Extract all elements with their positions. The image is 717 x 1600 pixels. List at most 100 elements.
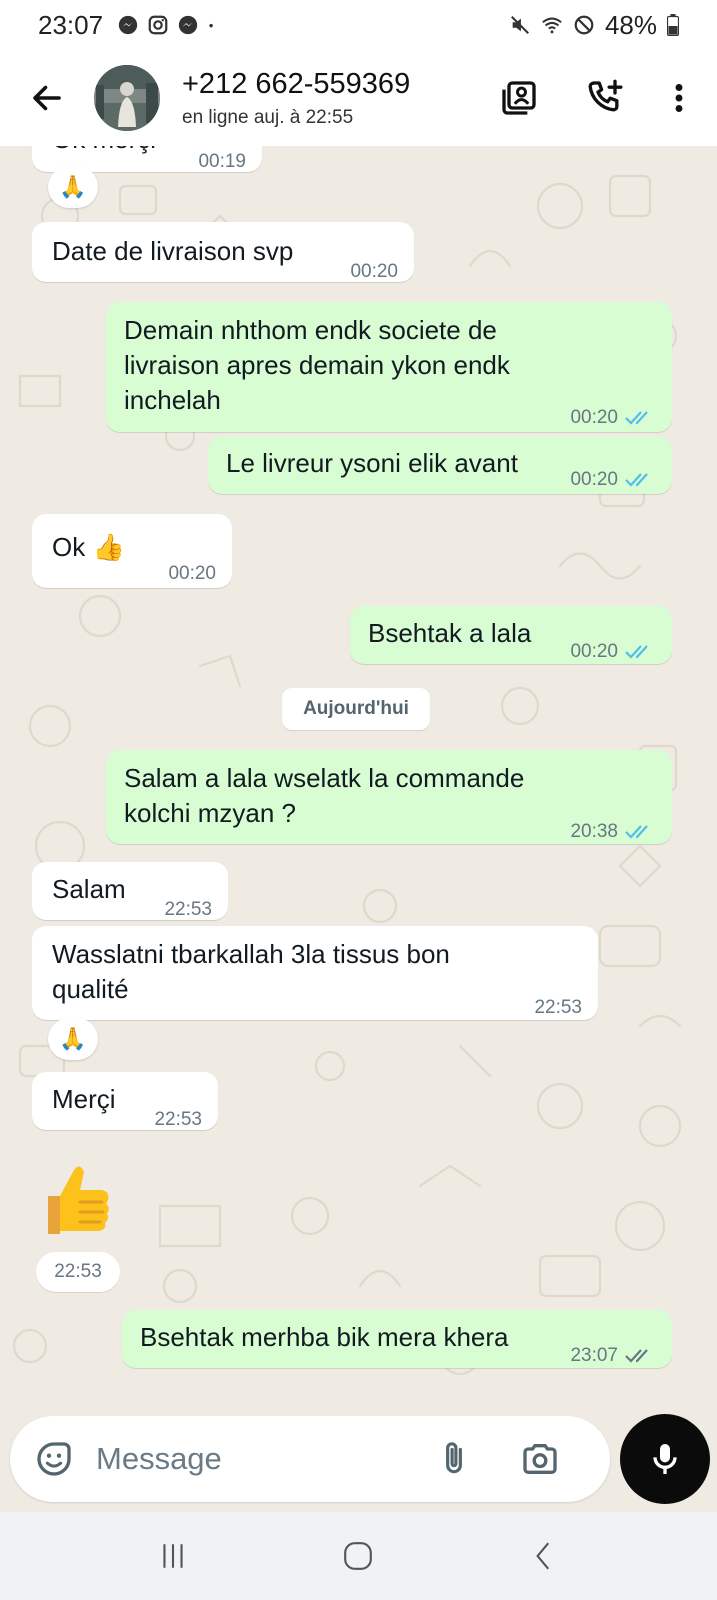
message-time-text: 00:20	[570, 641, 618, 662]
status-time: 23:07	[38, 9, 104, 40]
message-bubble-incoming[interactable]: Ok 👍 00:20	[32, 514, 232, 588]
messenger-icon	[118, 15, 138, 35]
dnd-icon	[574, 15, 594, 35]
message-time-text: 00:20	[168, 563, 216, 584]
message-time: 22:53	[154, 1102, 202, 1137]
camera-icon	[523, 1444, 557, 1474]
attach-button[interactable]	[432, 1437, 476, 1481]
mute-icon	[510, 16, 529, 34]
message-text: Ok merçi	[52, 146, 156, 157]
home-button[interactable]	[328, 1526, 388, 1586]
read-ticks-icon	[625, 824, 648, 839]
sent-ticks-icon	[625, 1348, 648, 1363]
message-text: Salam	[52, 874, 126, 904]
message-text: Le livreur ysoni elik avant	[226, 448, 518, 478]
contact-card-icon	[502, 81, 536, 115]
message-time-text: 20:38	[570, 821, 618, 842]
contact-info[interactable]: +212 662-559369 en ligne auj. à 22:55	[182, 68, 410, 129]
system-nav-bar	[0, 1512, 717, 1600]
message-time: 00:20	[570, 634, 656, 669]
pray-emoji: 🙏	[59, 1026, 87, 1051]
message-time: 22:53	[164, 892, 212, 927]
battery-icon	[667, 14, 679, 36]
message-bubble-incoming[interactable]: Date de livraison svp 00:20	[32, 222, 414, 282]
message-time-text: 00:19	[198, 151, 246, 172]
message-time: 00:20	[570, 462, 656, 497]
more-vert-icon	[675, 84, 683, 112]
message-text: Date de livraison svp	[52, 236, 294, 266]
sticker-icon	[37, 1442, 71, 1476]
message-time: 23:07	[570, 1338, 656, 1373]
reaction-badge[interactable]: 🙏	[48, 1018, 98, 1060]
message-text: Salam a lala wselatk la commande kolchi …	[124, 763, 525, 828]
contact-card-button[interactable]	[489, 68, 549, 128]
message-text: Merçi	[52, 1084, 116, 1114]
home-icon	[344, 1542, 373, 1570]
recents-icon	[163, 1544, 183, 1568]
message-bubble-outgoing[interactable]: Bsehtak merhba bik mera khera 23:07	[122, 1310, 672, 1368]
message-time-text: 00:20	[570, 469, 618, 490]
message-composer	[10, 1416, 610, 1502]
sticker-time: 22:53	[36, 1252, 120, 1292]
read-ticks-icon	[625, 410, 648, 425]
message-bubble-outgoing[interactable]: Salam a lala wselatk la commande kolchi …	[106, 750, 672, 844]
sticker-button[interactable]	[32, 1437, 76, 1481]
message-time-text: 22:53	[534, 997, 582, 1018]
message-text: Bsehtak merhba bik mera khera	[140, 1322, 509, 1352]
chat-area[interactable]: Ok merçi 00:19 🙏 Date de livraison svp 0…	[0, 146, 717, 1404]
header-actions	[489, 68, 717, 128]
back-arrow-icon	[33, 85, 61, 111]
message-time: 22:53	[534, 990, 582, 1025]
message-time: 00:20	[570, 400, 656, 435]
status-right: 48%	[509, 10, 679, 41]
message-time-text: 23:07	[570, 1345, 618, 1366]
instagram-icon	[148, 15, 168, 35]
message-text: Demain nhthom endk societe de livraison …	[124, 315, 510, 415]
messenger-icon	[178, 15, 198, 35]
recents-button[interactable]	[143, 1526, 203, 1586]
message-text: Bsehtak a lala	[368, 618, 532, 648]
voice-record-button[interactable]	[620, 1414, 710, 1504]
read-ticks-icon	[625, 472, 648, 487]
pray-emoji: 🙏	[59, 174, 87, 199]
message-time-text: 00:20	[350, 261, 398, 282]
thumbs-up-icon	[48, 1166, 109, 1234]
status-bar: 23:07 48%	[0, 0, 717, 50]
battery-percent: 48%	[604, 9, 657, 40]
more-options-button[interactable]	[661, 68, 697, 128]
chat-header: +212 662-559369 en ligne auj. à 22:55	[0, 50, 717, 146]
date-separator: Aujourd'hui	[282, 688, 430, 730]
message-input[interactable]	[96, 1441, 426, 1477]
message-bubble-incoming[interactable]: Salam 22:53	[32, 862, 228, 920]
contact-status: en ligne auj. à 22:55	[182, 106, 354, 128]
message-bubble-outgoing[interactable]: Le livreur ysoni elik avant 00:20	[208, 436, 672, 494]
message-time-text: 22:53	[154, 1109, 202, 1130]
message-text: Wasslatni tbarkallah 3la tissus bon qual…	[52, 939, 450, 1004]
reaction-badge[interactable]: 🙏	[48, 166, 98, 208]
read-ticks-icon	[625, 644, 648, 659]
message-time: 00:20	[350, 254, 398, 289]
avatar[interactable]	[94, 65, 160, 131]
message-bubble-incoming[interactable]: Merçi 22:53	[32, 1072, 218, 1130]
wifi-icon	[542, 17, 562, 34]
contact-name: +212 662-559369	[182, 67, 411, 100]
paperclip-icon	[446, 1442, 462, 1474]
back-nav-button[interactable]	[514, 1526, 574, 1586]
add-call-button[interactable]	[575, 68, 635, 128]
back-button[interactable]	[22, 73, 72, 123]
add-call-icon	[588, 79, 623, 112]
status-left: 23:07	[38, 10, 221, 41]
microphone-icon	[653, 1444, 677, 1474]
avatar-photo	[94, 65, 160, 131]
message-bubble-outgoing[interactable]: Bsehtak a lala 00:20	[350, 606, 672, 664]
thumbs-up-sticker[interactable]	[30, 1156, 116, 1242]
camera-button[interactable]	[516, 1435, 564, 1483]
message-time: 00:20	[168, 556, 216, 591]
dot-icon	[209, 23, 213, 28]
message-text: Ok 👍	[52, 532, 125, 562]
message-bubble-incoming[interactable]: Wasslatni tbarkallah 3la tissus bon qual…	[32, 926, 598, 1020]
message-bubble-outgoing[interactable]: Demain nhthom endk societe de livraison …	[106, 302, 672, 432]
chevron-left-icon	[536, 1542, 550, 1570]
message-time-text: 00:20	[570, 407, 618, 428]
message-time: 00:19	[198, 146, 246, 179]
